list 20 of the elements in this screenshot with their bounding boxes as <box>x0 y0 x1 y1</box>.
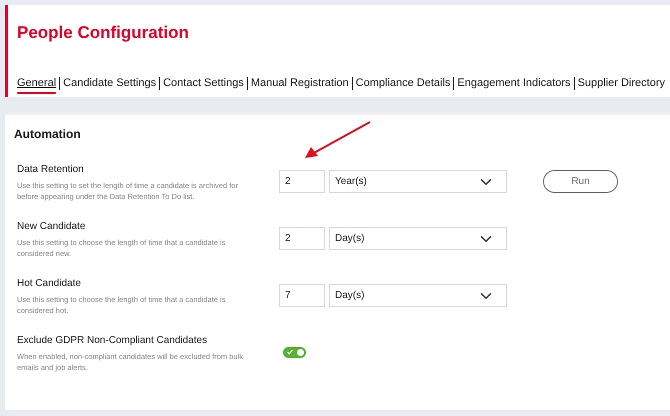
number-input[interactable]: 7 <box>279 284 325 308</box>
tab[interactable]: Contact Settings <box>159 77 247 90</box>
number-input[interactable]: 2 <box>279 227 325 250</box>
toggle-switch[interactable] <box>283 347 306 358</box>
tab[interactable]: Candidate Settings <box>59 77 160 90</box>
unit-select[interactable]: Year(s) <box>329 170 507 194</box>
tab[interactable]: Engagement Indicators <box>453 77 574 90</box>
number-input[interactable]: 2 <box>279 170 325 194</box>
tab[interactable]: Compliance Details <box>352 77 454 90</box>
setting-label: Exclude GDPR Non-Compliant Candidates <box>17 334 208 348</box>
unit-select[interactable]: Day(s) <box>329 284 507 308</box>
section-title: Automation <box>14 127 82 142</box>
unit-select[interactable]: Day(s) <box>329 227 507 250</box>
setting-label: New Candidate <box>17 220 86 234</box>
page-title: People Configuration <box>17 23 190 43</box>
check-icon <box>287 349 293 356</box>
tab[interactable]: Manual Registration <box>246 77 352 90</box>
tab[interactable]: Supplier Directory <box>574 77 668 90</box>
setting-label: Data Retention <box>17 162 85 177</box>
setting-label: Hot Candidate <box>17 276 82 291</box>
